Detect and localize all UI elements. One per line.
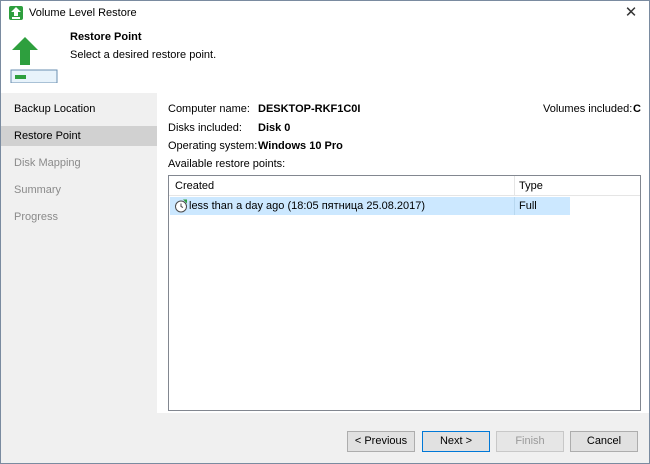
disks-included-label: Disks included: [168, 122, 242, 134]
restore-volume-icon [10, 35, 58, 84]
wizard-header: Restore Point Select a desired restore p… [1, 25, 649, 93]
table-header: Created Type [169, 176, 640, 196]
page-title: Restore Point [70, 31, 142, 43]
step-progress[interactable]: Progress [1, 207, 157, 227]
wizard-steps: Backup Location Restore Point Disk Mappi… [1, 93, 157, 413]
next-button[interactable]: Next > [422, 431, 490, 452]
column-header-created[interactable]: Created [175, 180, 214, 192]
close-button[interactable]: ✕ [619, 3, 643, 23]
previous-button[interactable]: < Previous [347, 431, 415, 452]
row-type-value: Full [519, 200, 537, 212]
computer-name-value: DESKTOP-RKF1C0I [258, 103, 361, 115]
wizard-window: Volume Level Restore ✕ Restore Point Sel… [0, 0, 650, 464]
step-disk-mapping[interactable]: Disk Mapping [1, 153, 157, 173]
window-title: Volume Level Restore [29, 7, 137, 19]
wizard-footer: < Previous Next > Finish Cancel [1, 413, 649, 463]
main-panel: Computer name: DESKTOP-RKF1C0I Volumes i… [157, 93, 649, 413]
row-divider [514, 197, 515, 215]
restore-point-clock-icon [174, 199, 188, 213]
cancel-button[interactable]: Cancel [570, 431, 638, 452]
disks-included-value: Disk 0 [258, 122, 291, 134]
title-bar: Volume Level Restore ✕ [1, 1, 649, 25]
page-subtitle: Select a desired restore point. [70, 49, 217, 61]
column-header-type[interactable]: Type [519, 180, 543, 192]
app-icon [9, 6, 23, 20]
computer-name-label: Computer name: [168, 103, 250, 115]
column-divider[interactable] [514, 176, 515, 196]
wizard-body: Backup Location Restore Point Disk Mappi… [1, 93, 649, 413]
step-summary[interactable]: Summary [1, 180, 157, 200]
table-row[interactable]: less than a day ago (18:05 пятница 25.08… [170, 197, 570, 215]
finish-button[interactable]: Finish [496, 431, 564, 452]
operating-system-value: Windows 10 Pro [258, 140, 343, 152]
volumes-included-label: Volumes included: [543, 103, 633, 115]
row-created-value: less than a day ago (18:05 пятница 25.08… [189, 200, 426, 212]
restore-points-label: Available restore points: [168, 158, 286, 170]
step-restore-point[interactable]: Restore Point [1, 126, 157, 146]
restore-points-table[interactable]: Created Type less than a day ago (18:05 … [168, 175, 641, 411]
operating-system-label: Operating system: [168, 140, 258, 152]
volumes-included-value: C [633, 103, 641, 115]
step-backup-location[interactable]: Backup Location [1, 99, 157, 119]
